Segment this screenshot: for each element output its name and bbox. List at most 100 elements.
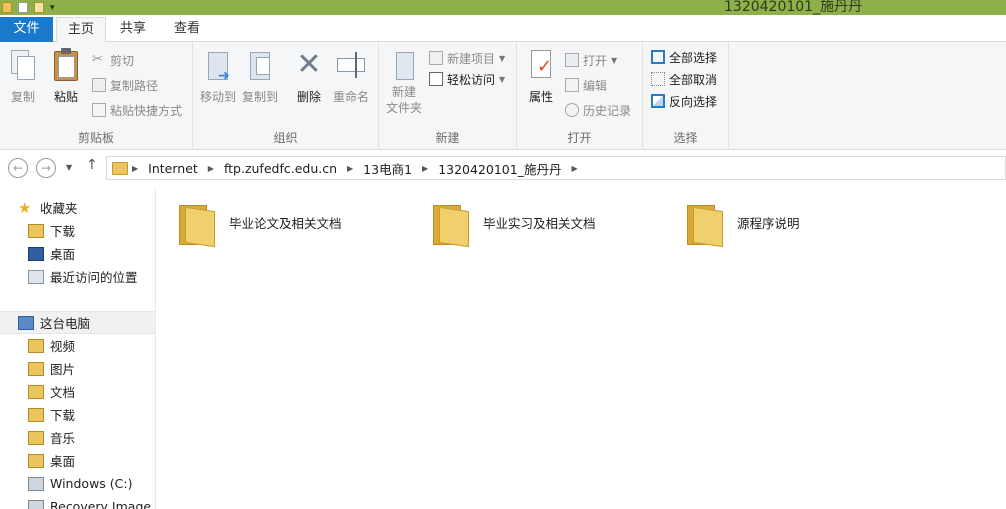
- select-all-label: 全部选择: [669, 50, 718, 65]
- new-item-button[interactable]: 新建项目 ▼: [429, 48, 505, 68]
- history-button[interactable]: 历史记录: [565, 100, 631, 120]
- recent-locations-chevron-icon[interactable]: ▼: [66, 163, 72, 172]
- download-icon: [28, 407, 44, 422]
- file-name: 源程序说明: [737, 215, 800, 231]
- cut-button[interactable]: ✂ 剪切: [92, 50, 134, 70]
- move-to-button[interactable]: ➜ 移动到: [197, 48, 239, 105]
- sidebar-item-favorites[interactable]: ★ 收藏夹: [0, 196, 155, 219]
- navigation-bar: ← → ▼ ↑ ▶ Internet ▶ ftp.zufedfc.edu.cn …: [0, 154, 1006, 182]
- videos-folder-icon: [28, 338, 44, 353]
- breadcrumb-separator-icon[interactable]: ▶: [567, 164, 581, 173]
- copy-path-label: 复制路径: [110, 78, 159, 93]
- invert-selection-label: 反向选择: [669, 94, 718, 109]
- chevron-down-icon: ▼: [499, 53, 506, 63]
- copy-button[interactable]: 复制: [3, 48, 43, 105]
- properties-button[interactable]: ✓ 属性: [521, 48, 561, 105]
- new-folder-icon: [388, 48, 420, 82]
- breadcrumb-class-folder[interactable]: 13电商1: [357, 159, 418, 178]
- copy-label: 复制: [10, 90, 35, 104]
- drive-icon: [28, 499, 44, 509]
- sidebar-item-label: 桌面: [50, 454, 76, 469]
- copy-path-button[interactable]: 复制路径: [92, 75, 158, 95]
- paste-shortcut-button[interactable]: 粘贴快捷方式: [92, 100, 182, 120]
- up-button[interactable]: ↑: [86, 157, 98, 173]
- tab-share[interactable]: 共享: [110, 17, 156, 43]
- move-to-icon: ➜: [202, 48, 234, 84]
- select-none-label: 全部取消: [669, 72, 718, 87]
- sidebar-item-label: 这台电脑: [40, 316, 91, 331]
- drive-icon: [28, 476, 44, 491]
- sidebar-item-pictures[interactable]: 图片: [0, 357, 155, 380]
- address-bar[interactable]: ▶ Internet ▶ ftp.zufedfc.edu.cn ▶ 13电商1 …: [106, 156, 1006, 180]
- breadcrumb-internet[interactable]: Internet: [142, 161, 204, 176]
- list-item[interactable]: 毕业论文及相关文档: [177, 196, 342, 248]
- select-all-button[interactable]: 全部选择: [651, 47, 717, 67]
- sidebar-item-label: 下载: [50, 408, 76, 423]
- delete-label: 删除: [296, 90, 321, 104]
- new-folder-button[interactable]: 新建 文件夹: [383, 48, 425, 116]
- file-name: 毕业论文及相关文档: [229, 215, 342, 231]
- list-item[interactable]: 源程序说明: [685, 196, 800, 248]
- sidebar-item-label: Windows (C:): [50, 476, 133, 491]
- new-folder-icon[interactable]: [34, 2, 44, 13]
- sidebar-item-drive-c[interactable]: Windows (C:): [0, 472, 155, 495]
- sidebar-item-this-pc[interactable]: 这台电脑: [0, 311, 155, 334]
- recent-places-icon: [28, 269, 44, 284]
- rename-icon: [335, 48, 367, 82]
- tab-home[interactable]: 主页: [56, 17, 106, 43]
- breadcrumb-separator-icon[interactable]: ▶: [418, 164, 432, 173]
- desktop-folder-icon: [28, 453, 44, 468]
- paste-label: 粘贴: [53, 90, 78, 104]
- sidebar-item-music[interactable]: 音乐: [0, 426, 155, 449]
- ribbon-tabs: 文件 主页 共享 查看: [0, 15, 1006, 43]
- chevron-down-icon: ▼: [499, 74, 506, 84]
- sidebar-item-documents[interactable]: 文档: [0, 380, 155, 403]
- breadcrumb-separator-icon[interactable]: ▶: [343, 164, 357, 173]
- delete-button[interactable]: ✕ 删除: [289, 48, 329, 105]
- navigation-pane: ★ 收藏夹 下载 桌面 最近访问的位置 这台电脑 视频 图片 文档 下载 音乐 …: [0, 188, 156, 509]
- new-group: 新建 文件夹 新建项目 ▼ 轻松访问 ▼ 新建: [379, 42, 517, 150]
- sidebar-item-desktop[interactable]: 桌面: [0, 242, 155, 265]
- sidebar-item-label: 桌面: [50, 247, 76, 262]
- breadcrumb-current-folder[interactable]: 1320420101_施丹丹: [432, 159, 567, 178]
- paste-button[interactable]: 粘贴: [46, 48, 86, 105]
- folder-icon[interactable]: [2, 2, 12, 13]
- select-none-button[interactable]: 全部取消: [651, 69, 717, 89]
- forward-button[interactable]: →: [36, 158, 56, 178]
- history-icon: [565, 103, 579, 117]
- open-button[interactable]: 打开 ▼: [565, 50, 617, 70]
- list-item[interactable]: 毕业实习及相关文档: [431, 196, 596, 248]
- customize-qat-icon[interactable]: ▾: [50, 3, 55, 13]
- easy-access-icon: [429, 72, 443, 86]
- easy-access-button[interactable]: 轻松访问 ▼: [429, 69, 505, 89]
- back-button[interactable]: ←: [8, 158, 28, 178]
- paste-icon: [50, 48, 82, 82]
- sidebar-item-downloads-pc[interactable]: 下载: [0, 403, 155, 426]
- edit-icon: [565, 78, 579, 92]
- scissors-icon: ✂: [92, 52, 103, 67]
- invert-selection-button[interactable]: 反向选择: [651, 91, 717, 111]
- rename-button[interactable]: 重命名: [331, 48, 371, 105]
- quick-access-toolbar: ▾: [0, 0, 55, 15]
- sidebar-item-drive-d[interactable]: Recovery Image (D: [0, 495, 155, 509]
- tab-file[interactable]: 文件: [0, 17, 53, 42]
- copy-path-icon: [92, 78, 106, 92]
- music-folder-icon: [28, 430, 44, 445]
- breadcrumb-ftp-host[interactable]: ftp.zufedfc.edu.cn: [218, 161, 343, 176]
- sidebar-item-recent-places[interactable]: 最近访问的位置: [0, 265, 155, 288]
- clipboard-group-label: 剪贴板: [77, 131, 114, 145]
- sidebar-item-label: Recovery Image (D: [50, 499, 155, 509]
- open-group-label: 打开: [567, 131, 592, 145]
- edit-button[interactable]: 编辑: [565, 75, 607, 95]
- copy-to-button[interactable]: 复制到: [239, 48, 281, 105]
- new-item-icon: [429, 51, 443, 65]
- sidebar-item-downloads[interactable]: 下载: [0, 219, 155, 242]
- properties-icon[interactable]: [18, 2, 28, 13]
- sidebar-item-label: 收藏夹: [40, 201, 78, 216]
- sidebar-item-label: 音乐: [50, 431, 76, 446]
- breadcrumb-separator-icon[interactable]: ▶: [128, 164, 142, 173]
- sidebar-item-desktop-pc[interactable]: 桌面: [0, 449, 155, 472]
- sidebar-item-videos[interactable]: 视频: [0, 334, 155, 357]
- tab-view[interactable]: 查看: [164, 17, 210, 43]
- breadcrumb-separator-icon[interactable]: ▶: [204, 164, 218, 173]
